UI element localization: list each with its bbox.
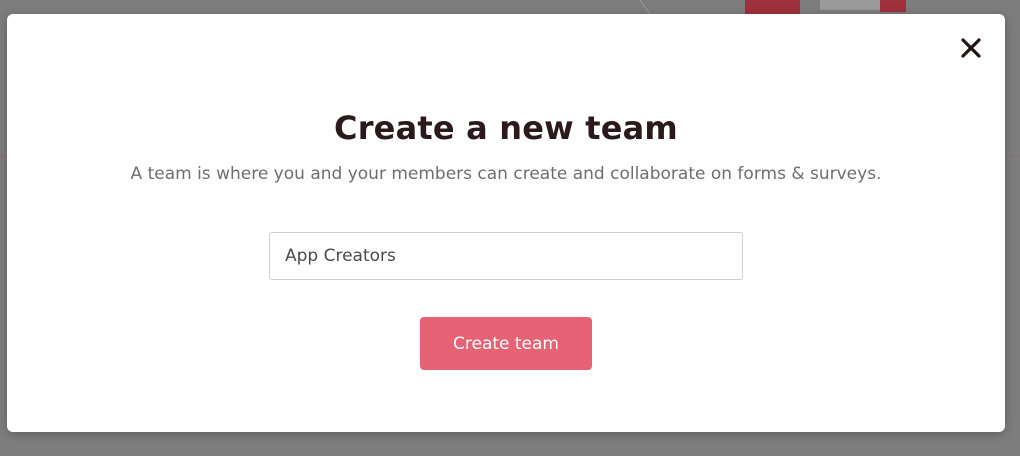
- create-team-modal: Create a new team A team is where you an…: [7, 14, 1005, 432]
- team-name-input[interactable]: [269, 232, 743, 280]
- modal-backdrop[interactable]: Create a new team A team is where you an…: [0, 0, 1020, 456]
- close-icon: [961, 38, 981, 58]
- modal-title: Create a new team: [334, 109, 678, 147]
- close-button[interactable]: [959, 36, 983, 60]
- background-illustration: [640, 0, 906, 14]
- modal-subtitle: A team is where you and your members can…: [130, 164, 882, 184]
- create-team-button[interactable]: Create team: [420, 317, 592, 370]
